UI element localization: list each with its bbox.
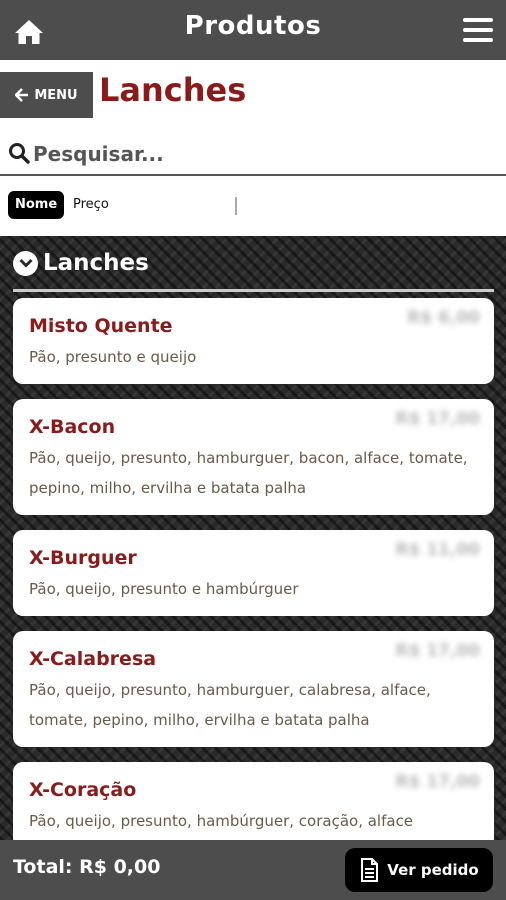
document-icon: [361, 858, 379, 882]
chevron-down-icon: [13, 250, 38, 276]
product-description: Pão, queijo, presunto e hambúrguer: [29, 580, 299, 598]
menu-back-label: MENU: [34, 87, 78, 103]
footer-bar: Total: R$ 0,00 Ver pedido: [0, 840, 506, 900]
group-header[interactable]: Lanches: [13, 250, 149, 276]
product-price: R$ 17,00: [395, 772, 480, 792]
product-description: Pão, queijo, presunto, hambúrguer, coraç…: [29, 812, 414, 830]
search-bar: [0, 134, 506, 176]
hamburger-menu-icon[interactable]: [463, 18, 493, 44]
page-title: Produtos: [184, 11, 322, 41]
group-title: Lanches: [43, 250, 149, 276]
sort-by-name-button[interactable]: Nome: [8, 191, 65, 219]
product-price: R$ 17,00: [395, 409, 480, 429]
group-divider: [13, 289, 494, 292]
view-order-label: Ver pedido: [387, 861, 479, 879]
sort-bar: Nome Preço: [0, 176, 506, 236]
product-card[interactable]: X-Calabresa Pão, queijo, presunto, hambu…: [13, 631, 494, 747]
view-order-button[interactable]: Ver pedido: [345, 848, 493, 892]
product-price: R$ 17,00: [395, 641, 480, 661]
product-price: R$ 11,00: [395, 540, 480, 560]
product-card[interactable]: X-Coração Pão, queijo, presunto, hambúrg…: [13, 762, 494, 840]
product-price: R$ 6,00: [407, 308, 480, 328]
product-card[interactable]: X-Burguer Pão, queijo, presunto e hambúr…: [13, 530, 494, 616]
product-card[interactable]: Misto Quente Pão, presunto e queijo R$ 6…: [13, 298, 494, 384]
product-card[interactable]: X-Bacon Pão, queijo, presunto, hamburgue…: [13, 399, 494, 515]
top-bar: Produtos: [0, 0, 506, 60]
product-list[interactable]: Lanches Misto Quente Pão, presunto e que…: [0, 236, 506, 840]
product-description: Pão, presunto e queijo: [29, 348, 197, 366]
order-total: Total: R$ 0,00: [13, 856, 161, 878]
sort-by-price-button[interactable]: Preço: [73, 197, 109, 212]
arrow-left-icon: [15, 88, 29, 102]
divider: [235, 197, 237, 215]
product-description: Pão, queijo, presunto, hamburguer, calab…: [29, 681, 431, 729]
menu-back-button[interactable]: MENU: [0, 72, 93, 118]
section-title: Lanches: [99, 71, 247, 109]
search-icon: [9, 143, 30, 164]
search-input[interactable]: [33, 139, 483, 169]
product-description: Pão, queijo, presunto, hamburguer, bacon…: [29, 449, 468, 497]
